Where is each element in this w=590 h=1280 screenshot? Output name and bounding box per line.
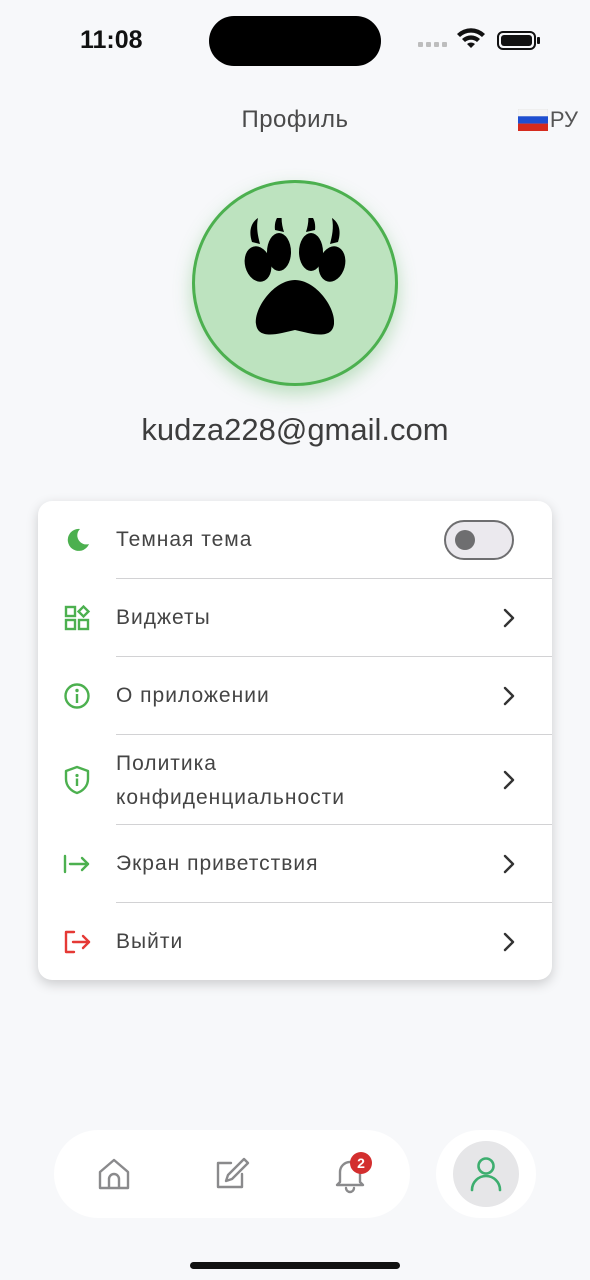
widgets-label: Виджеты (116, 606, 211, 629)
dynamic-island (209, 16, 381, 66)
chevron-right-icon (503, 932, 515, 951)
toggle-knob (455, 530, 475, 550)
battery-icon (497, 31, 540, 50)
home-indicator (190, 1262, 400, 1269)
nav-edit-button[interactable] (212, 1154, 252, 1194)
status-time: 11:08 (80, 26, 143, 54)
chevron-right-icon (503, 854, 515, 874)
logout-label: Выйти (116, 929, 184, 953)
notifications-badge: 2 (350, 1152, 372, 1174)
privacy-label-line2: конфиденциальности (116, 786, 345, 809)
bottom-nav (54, 1130, 410, 1218)
cellular-signal-icon (418, 42, 447, 47)
privacy-label-line1: Политика (116, 752, 217, 775)
widgets-row[interactable]: Виджеты (38, 579, 552, 657)
edit-icon (216, 1157, 250, 1189)
dark-theme-toggle[interactable] (444, 520, 514, 560)
home-icon (98, 1158, 130, 1190)
welcome-screen-label: Экран приветствия (116, 852, 319, 875)
avatar[interactable] (192, 180, 398, 386)
shield-icon (62, 765, 92, 795)
privacy-policy-label: Политика конфиденциальности (116, 747, 345, 815)
privacy-policy-row[interactable]: Политика конфиденциальности (38, 735, 552, 825)
welcome-screen-row[interactable]: Экран приветствия (38, 825, 552, 903)
status-icons (418, 27, 542, 53)
paw-icon (244, 218, 346, 335)
nav-profile-button[interactable] (453, 1141, 519, 1207)
language-code: РУ (549, 107, 578, 132)
user-email: kudza228@gmail.com (141, 412, 449, 447)
chevron-right-icon (503, 686, 515, 706)
settings-card: Темная тема Виджеты О приложении Политик… (38, 501, 552, 980)
nav-profile-container (436, 1130, 536, 1218)
chevron-right-icon (503, 770, 515, 790)
arrow-right-bar-icon (62, 849, 92, 879)
moon-icon (62, 525, 92, 555)
chevron-right-icon (503, 608, 515, 628)
widgets-icon (62, 603, 92, 633)
about-row[interactable]: О приложении (38, 657, 552, 735)
logout-icon (62, 927, 92, 957)
russia-flag-icon (517, 109, 548, 131)
profile-icon (470, 1157, 502, 1192)
dark-theme-label: Темная тема (116, 528, 253, 551)
wifi-icon (457, 28, 485, 48)
language-switch[interactable]: РУ (517, 106, 578, 134)
logout-row[interactable]: Выйти (38, 903, 552, 980)
about-label: О приложении (116, 684, 270, 707)
dark-theme-row: Темная тема (38, 501, 552, 579)
page-title: Профиль (241, 106, 349, 133)
nav-home-button[interactable] (94, 1154, 134, 1194)
info-icon (62, 681, 92, 711)
